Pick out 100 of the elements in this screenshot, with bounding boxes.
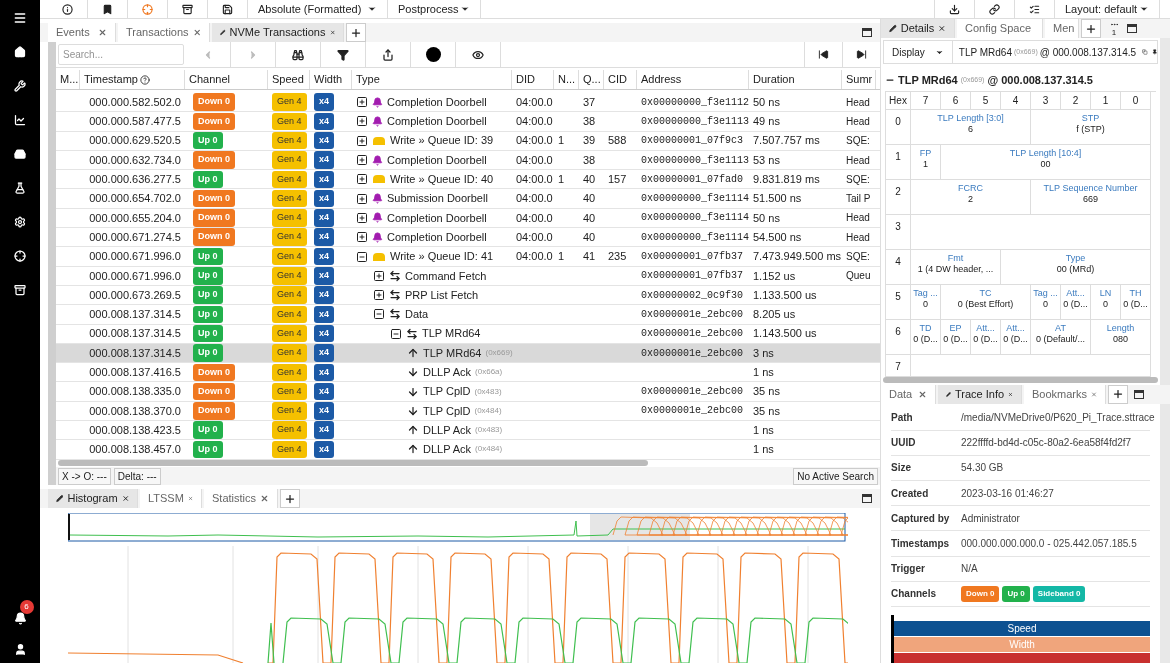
hex-field: EP 0 (D... xyxy=(941,319,971,355)
add-tab-button[interactable] xyxy=(1081,19,1101,38)
maximize-icon[interactable] xyxy=(1134,389,1144,399)
table-row[interactable]: 000.008.137.416.5 Down 0 Gen 4 x4 DLLP Ack (0x66a) 1 ns xyxy=(56,363,880,383)
table-cell-text: 000.008.138.335.0 xyxy=(89,384,181,400)
table-row[interactable]: 000.000.671.996.0 Up 0 Gen 4 x4 Write » Queue ID: 41 04:00.0 1 41 235 0x00000001_07fb37 7.473.949.500 ms SQE: xyxy=(56,247,880,267)
collapse-icon[interactable] xyxy=(373,308,385,321)
expand-icon[interactable] xyxy=(356,154,368,167)
table-row[interactable]: 000.000.629.520.5 Up 0 Gen 4 x4 Write » Queue ID: 39 04:00.0 1 39 588 0x00000001_07f9c3 7.507.757 ms SQE: xyxy=(56,131,880,151)
dropdown[interactable]: Absolute (Formatted) xyxy=(248,0,388,18)
wrench-icon[interactable] xyxy=(14,80,26,92)
expand-icon[interactable] xyxy=(356,134,368,147)
user-icon[interactable] xyxy=(13,642,27,656)
tab[interactable]: Config Space xyxy=(957,19,1043,38)
table-row[interactable]: 000.000.673.269.5 Up 0 Gen 4 x4 PRP List Fetch 0x00000002_0c9f30 1.133.500 us xyxy=(56,285,880,306)
add-tab-button[interactable] xyxy=(346,23,366,42)
expand-icon[interactable] xyxy=(373,289,385,302)
expand-icon[interactable] xyxy=(356,173,368,186)
column-header[interactable]: Q... xyxy=(579,70,604,89)
table-row[interactable]: 000.000.654.702.0 Down 0 Gen 4 x4 Submission Doorbell 04:00.0 40 0x00000000_f3e1114 51.500 ns Tail P xyxy=(56,189,880,209)
column-header[interactable]: Sumr xyxy=(842,70,876,89)
collapse-icon[interactable] xyxy=(356,250,368,263)
column-header[interactable]: Duration xyxy=(749,70,842,89)
table-row[interactable]: 000.000.655.204.0 Down 0 Gen 4 x4 Completion Doorbell 04:00.0 40 0x00000000_f3e1114 50 ns Head xyxy=(56,208,880,229)
archive-icon[interactable] xyxy=(14,284,26,296)
expand-icon[interactable] xyxy=(356,115,368,128)
pin-icon[interactable] xyxy=(1151,47,1157,57)
maximize-icon[interactable] xyxy=(862,28,872,37)
column-header[interactable]: Address xyxy=(637,70,749,89)
maximize-icon[interactable] xyxy=(862,494,872,503)
table-cell-text: 588 xyxy=(608,133,627,149)
tab[interactable]: NVMe Transactions xyxy=(212,23,344,42)
column-header[interactable]: Channel xyxy=(185,70,268,89)
expand-icon[interactable] xyxy=(356,231,368,244)
arrow-up-icon xyxy=(407,424,419,437)
tab[interactable]: Details xyxy=(881,19,955,38)
collapse-icon[interactable] xyxy=(390,327,402,340)
table-cell-text: 1 xyxy=(558,133,565,149)
column-header[interactable]: M... xyxy=(56,70,80,89)
width-badge: x4 xyxy=(314,247,334,266)
expand-icon[interactable] xyxy=(356,211,368,224)
tab[interactable]: LTSSM xyxy=(140,489,202,508)
pencil-icon xyxy=(889,24,897,33)
dropdown[interactable]: Postprocess xyxy=(388,0,481,18)
table-row[interactable]: 000.008.137.314.5 Up 0 Gen 4 x4 TLP MRd64 0x0000001e_2ebc00 1.143.500 us xyxy=(56,324,880,344)
help-icon[interactable] xyxy=(140,74,150,85)
table-row[interactable]: 000.000.632.734.0 Down 0 Gen 4 x4 Completion Doorbell 04:00.0 38 0x00000000_f3e1113 53 ns Head xyxy=(56,150,880,171)
table-row[interactable]: 000.008.137.314.5 Up 0 Gen 4 x4 Data 0x0000001e_2ebc00 8.205 us xyxy=(56,305,880,325)
column-header[interactable]: Type xyxy=(352,70,512,89)
settings-icon[interactable] xyxy=(14,216,26,228)
add-tab-button[interactable] xyxy=(280,489,300,508)
table-row[interactable]: 000.000.671.274.5 Down 0 Gen 4 x4 Completion Doorbell 04:00.0 40 0x00000000_f3e1114 54.500 ns Head xyxy=(56,228,880,248)
tab[interactable]: Events xyxy=(48,23,116,42)
table-row[interactable]: 000.008.138.457.0 Up 0 Gen 4 x4 DLLP Ack (0x484) 1 ns xyxy=(56,440,880,460)
tab[interactable]: Histogram xyxy=(48,489,138,508)
table-cell-text: 1.152 us xyxy=(753,268,796,284)
flask-icon[interactable] xyxy=(14,182,26,194)
expand-icon[interactable] xyxy=(356,96,368,109)
display-dropdown[interactable]: Display xyxy=(884,41,953,63)
tab[interactable]: Transactions xyxy=(118,23,210,42)
row-offset: 5 xyxy=(895,290,901,302)
layout-dropdown[interactable]: Layout: default xyxy=(1054,0,1160,18)
tab[interactable]: Statistics xyxy=(204,489,278,508)
table-cell-text: 04:00.0 xyxy=(516,172,553,188)
search-field[interactable]: Search... xyxy=(58,44,184,65)
horizontal-scrollbar[interactable] xyxy=(58,460,648,466)
notifications-icon[interactable] xyxy=(13,611,27,625)
table-row[interactable]: 000.000.587.477.5 Down 0 Gen 4 x4 Completion Doorbell 04:00.0 38 0x00000000_f3e1113 49 ns Head xyxy=(56,112,880,132)
menu-icon[interactable] xyxy=(13,11,27,25)
column-header[interactable]: DID xyxy=(512,70,554,89)
maximize-icon[interactable] xyxy=(1127,24,1137,33)
table-cell-text: 000.008.137.314.5 xyxy=(89,307,181,323)
table-row[interactable]: 000.008.138.370.0 Down 0 Gen 4 x4 TLP CplD (0x484) 0x0000001e_2ebc00 35 ns xyxy=(56,401,880,422)
crosshair-icon[interactable] xyxy=(14,250,26,262)
packet-tag: (0x484) xyxy=(474,404,502,417)
home-icon[interactable] xyxy=(14,46,26,58)
table-row[interactable]: 000.000.582.502.0 Down 0 Gen 4 x4 Completion Doorbell 04:00.0 37 0x00000000_f3e1112 50 ns Head xyxy=(56,93,880,113)
expand-icon[interactable] xyxy=(373,269,385,282)
drive-icon[interactable] xyxy=(14,148,26,160)
list-icon xyxy=(1029,3,1040,15)
speed-badge: Gen 4 xyxy=(272,305,307,324)
channel-badge: Up 0 xyxy=(193,421,223,439)
horizontal-scrollbar[interactable] xyxy=(883,376,1158,383)
column-header[interactable]: N... xyxy=(554,70,579,89)
line-chart-icon[interactable] xyxy=(14,114,26,126)
eye-icon xyxy=(472,48,484,61)
table-cell-text: Data xyxy=(405,307,429,323)
table-row[interactable]: 000.000.636.277.5 Up 0 Gen 4 x4 Write » Queue ID: 40 04:00.0 1 40 157 0x00000001_07fad0 9.831.819 ms SQE: xyxy=(56,170,880,190)
column-header[interactable]: Speed xyxy=(268,70,310,89)
column-header[interactable]: CID xyxy=(604,70,637,89)
table-cell-text: 000.008.138.370.0 xyxy=(89,403,181,419)
table-row[interactable]: 000.000.671.996.0 Up 0 Gen 4 x4 Command Fetch 0x00000001_07fb37 1.152 us Queu xyxy=(56,266,880,286)
table-row[interactable]: 000.008.138.335.0 Down 0 Gen 4 x4 TLP CplD (0x483) 0x0000001e_2ebc00 35 ns xyxy=(56,382,880,402)
tab[interactable]: Men xyxy=(1045,19,1079,38)
hex-field: FP 1 xyxy=(911,144,941,180)
speed-badge: Gen 4 xyxy=(272,151,307,169)
expand-icon[interactable] xyxy=(356,192,368,205)
table-row[interactable]: 000.008.138.423.5 Up 0 Gen 4 x4 DLLP Ack (0x483) 1 ns xyxy=(56,421,880,441)
column-header[interactable]: Timestamp xyxy=(80,70,185,89)
column-header[interactable]: Width xyxy=(310,70,352,89)
